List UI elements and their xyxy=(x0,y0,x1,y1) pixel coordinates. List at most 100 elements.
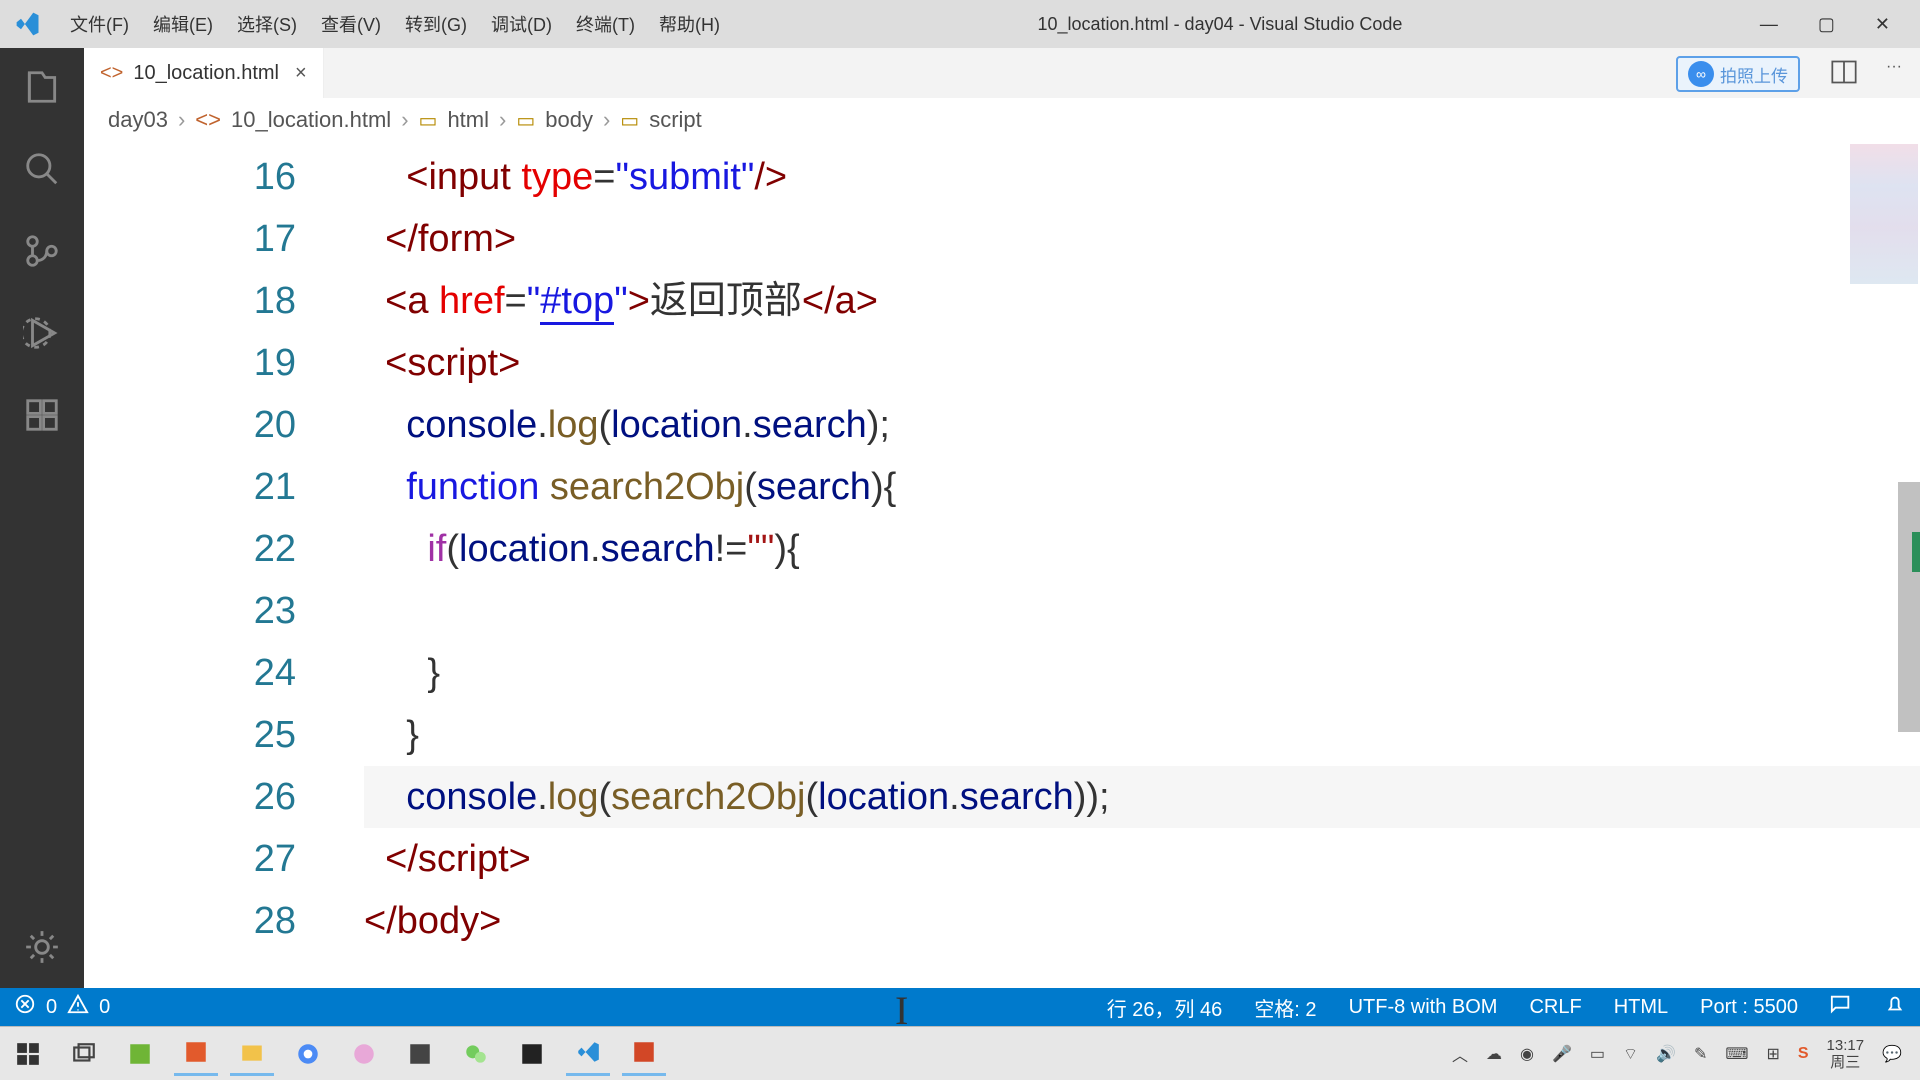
line-number: 19 xyxy=(84,332,296,394)
code-line[interactable]: function search2Obj(search){ xyxy=(364,456,1920,518)
taskbar-app-wechat[interactable] xyxy=(454,1032,498,1076)
taskbar-app-terminal[interactable] xyxy=(398,1032,442,1076)
tag-icon: ▭ xyxy=(419,108,438,133)
line-number: 18 xyxy=(84,270,296,332)
error-icon[interactable] xyxy=(14,993,36,1021)
taskbar-app-powerpoint[interactable] xyxy=(622,1032,666,1076)
code-line[interactable]: </script> xyxy=(364,828,1920,890)
code-line[interactable]: } xyxy=(364,642,1920,704)
extension-badge-text: 拍照上传 xyxy=(1720,62,1788,87)
menu-file[interactable]: 文件(F) xyxy=(70,11,129,37)
menu-view[interactable]: 查看(V) xyxy=(321,11,381,37)
encoding[interactable]: UTF-8 with BOM xyxy=(1349,996,1498,1019)
code-line[interactable]: <input type="submit"/> xyxy=(364,146,1920,208)
explorer-icon[interactable] xyxy=(21,66,63,108)
taskbar-app-explorer[interactable] xyxy=(230,1032,274,1076)
cursor-position[interactable]: 行 26，列 46 xyxy=(1107,993,1223,1022)
html-file-icon: <> xyxy=(195,107,221,133)
tray-mic-icon[interactable]: 🎤 xyxy=(1552,1044,1572,1064)
tray-battery-icon[interactable]: ▭ xyxy=(1590,1044,1605,1064)
taskbar-clock[interactable]: 13:17 周三 xyxy=(1827,1037,1865,1071)
taskbar-app-chrome[interactable] xyxy=(286,1032,330,1076)
vscode-logo-icon xyxy=(0,10,55,38)
breadcrumb-body[interactable]: body xyxy=(545,107,593,133)
eol[interactable]: CRLF xyxy=(1529,996,1581,1019)
more-actions-icon[interactable]: ··· xyxy=(1886,58,1902,91)
menu-terminal[interactable]: 终端(T) xyxy=(576,11,635,37)
code-line[interactable]: </form> xyxy=(364,208,1920,270)
code-line[interactable]: <a href="#top">返回顶部</a> xyxy=(364,270,1920,332)
code-line[interactable]: <script> xyxy=(364,332,1920,394)
code-line[interactable]: if(location.search!=""){ xyxy=(364,518,1920,580)
split-editor-icon[interactable] xyxy=(1830,58,1858,91)
line-number: 21 xyxy=(84,456,296,518)
taskbar-app-cmd[interactable] xyxy=(510,1032,554,1076)
chevron-right-icon: › xyxy=(499,107,506,133)
tab-close-icon[interactable]: × xyxy=(295,62,307,85)
editor-content[interactable]: 16 17 18 19 20 21 22 23 24 25 26 27 28 <… xyxy=(84,142,1920,988)
vertical-scrollbar[interactable] xyxy=(1898,482,1920,732)
activity-bar xyxy=(0,48,84,988)
tray-keyboard-icon[interactable]: ⌨ xyxy=(1725,1044,1748,1064)
tray-chevron-icon[interactable]: ︿ xyxy=(1452,1042,1468,1066)
taskbar-app-camtasia[interactable] xyxy=(118,1032,162,1076)
menu-edit[interactable]: 编辑(E) xyxy=(153,11,213,37)
tray-app-icon[interactable]: ⊞ xyxy=(1766,1044,1779,1064)
menu-help[interactable]: 帮助(H) xyxy=(659,11,720,37)
taskbar-app-recorder[interactable] xyxy=(174,1032,218,1076)
feedback-icon[interactable] xyxy=(1830,993,1852,1021)
language-mode[interactable]: HTML xyxy=(1614,996,1668,1019)
tray-volume-icon[interactable]: 🔊 xyxy=(1656,1044,1676,1064)
warning-icon[interactable] xyxy=(67,993,89,1021)
line-number: 26 xyxy=(84,766,296,828)
line-number: 27 xyxy=(84,828,296,890)
tray-pen-icon[interactable]: ✎ xyxy=(1694,1044,1707,1064)
search-icon[interactable] xyxy=(21,148,63,190)
notifications-icon[interactable]: 💬 xyxy=(1882,1044,1902,1064)
taskbar-app-paint[interactable] xyxy=(342,1032,386,1076)
maximize-button[interactable]: ▢ xyxy=(1818,14,1835,35)
tab-file[interactable]: <> 10_location.html × xyxy=(84,48,324,98)
tray-wifi-icon[interactable]: ⌔ xyxy=(1623,1044,1638,1064)
warning-count[interactable]: 0 xyxy=(99,996,110,1019)
code-line[interactable]: }I xyxy=(364,704,1920,766)
tray-ime-icon[interactable]: S xyxy=(1798,1045,1809,1063)
debug-icon[interactable] xyxy=(21,312,63,354)
tag-icon: ▭ xyxy=(620,108,639,133)
breadcrumb-folder[interactable]: day03 xyxy=(108,107,168,133)
extensions-icon[interactable] xyxy=(21,394,63,436)
breadcrumb-file[interactable]: 10_location.html xyxy=(231,107,391,133)
indent-setting[interactable]: 空格: 2 xyxy=(1254,993,1316,1022)
minimize-button[interactable]: — xyxy=(1760,14,1778,35)
line-number: 17 xyxy=(84,208,296,270)
settings-gear-icon[interactable] xyxy=(21,926,63,968)
line-gutter: 16 17 18 19 20 21 22 23 24 25 26 27 28 xyxy=(84,142,344,988)
close-button[interactable]: ✕ xyxy=(1875,14,1890,35)
code-line[interactable]: </body> xyxy=(364,890,1920,952)
code-line[interactable]: console.log(search2Obj(location.search))… xyxy=(364,766,1920,828)
tray-cloud-icon[interactable]: ☁ xyxy=(1486,1044,1502,1064)
start-button[interactable] xyxy=(6,1032,50,1076)
live-server-port[interactable]: Port : 5500 xyxy=(1700,996,1798,1019)
code-lines[interactable]: <input type="submit"/> </form> <a href="… xyxy=(344,142,1920,988)
bell-icon[interactable] xyxy=(1884,993,1906,1021)
line-number: 24 xyxy=(84,642,296,704)
breadcrumb-html[interactable]: html xyxy=(447,107,489,133)
extension-badge[interactable]: ∞ 拍照上传 xyxy=(1676,56,1800,92)
menu-goto[interactable]: 转到(G) xyxy=(405,11,467,37)
taskbar-app-vscode[interactable] xyxy=(566,1032,610,1076)
code-line[interactable]: console.log(location.search); xyxy=(364,394,1920,456)
menu-debug[interactable]: 调试(D) xyxy=(491,11,552,37)
tray-360-icon[interactable]: ◉ xyxy=(1520,1044,1534,1064)
task-view-icon[interactable] xyxy=(62,1032,106,1076)
source-control-icon[interactable] xyxy=(21,230,63,272)
code-line[interactable] xyxy=(364,580,1920,642)
tab-bar: <> 10_location.html × ∞ 拍照上传 ··· xyxy=(84,48,1920,98)
error-count[interactable]: 0 xyxy=(46,996,57,1019)
breadcrumb-script[interactable]: script xyxy=(649,107,702,133)
tag-icon: ▭ xyxy=(516,108,535,133)
minimap[interactable] xyxy=(1850,144,1918,284)
line-number: 16 xyxy=(84,146,296,208)
text-cursor-icon: I xyxy=(895,980,908,1042)
menu-select[interactable]: 选择(S) xyxy=(237,11,297,37)
